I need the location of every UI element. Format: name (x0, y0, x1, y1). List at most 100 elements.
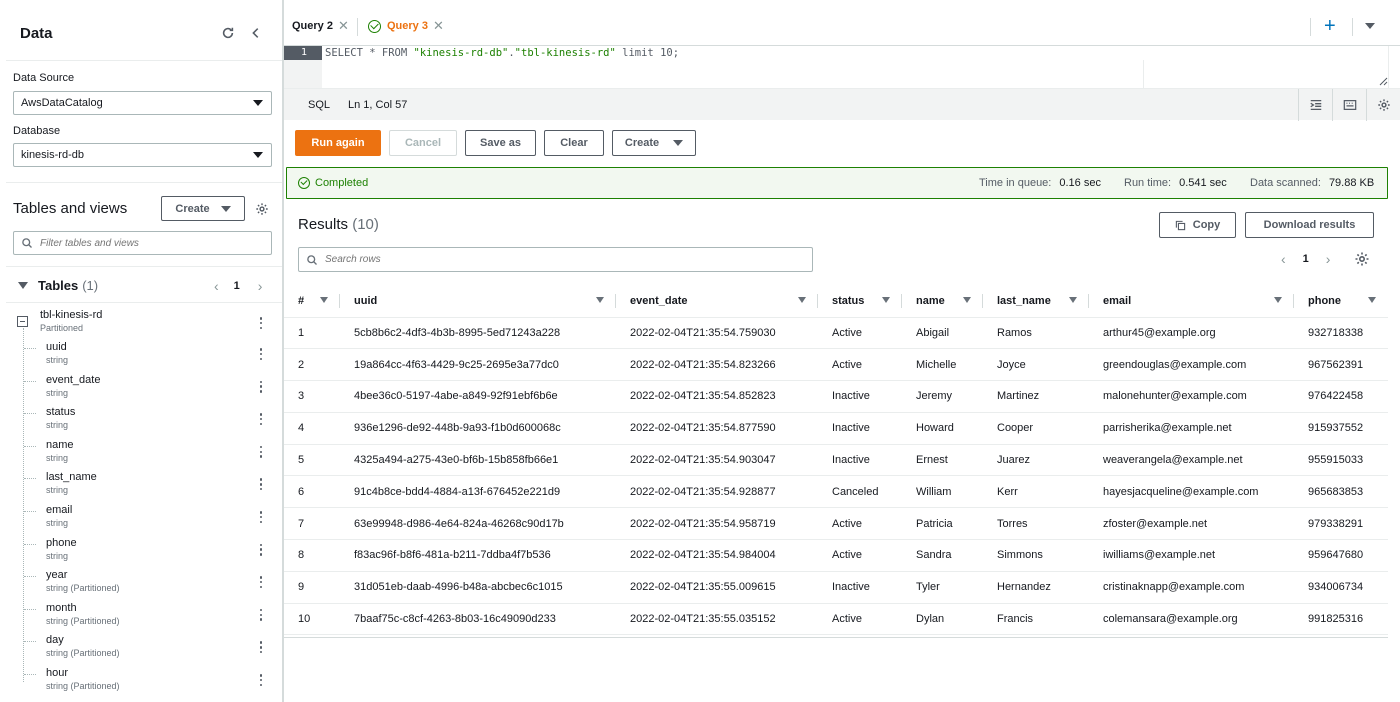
search-rows[interactable] (298, 247, 813, 272)
data-source-select[interactable]: AwsDataCatalog (13, 91, 272, 115)
tables-section-header[interactable]: Tables (1) (18, 278, 98, 293)
create-label: Create (624, 137, 660, 149)
collapse-panel-icon[interactable] (246, 23, 266, 43)
column-item[interactable]: day string (Partitioned) (46, 634, 120, 658)
filter-tables-search[interactable] (13, 231, 272, 255)
column-header-phone[interactable]: phone (1294, 285, 1388, 318)
format-query-icon[interactable] (1298, 89, 1332, 121)
table-cell: Torres (983, 507, 1089, 541)
sql-editor[interactable]: 1 SELECT * FROM "kinesis-rd-db"."tbl-kin… (284, 46, 1389, 88)
chevron-left-icon[interactable]: ‹ (1281, 251, 1286, 267)
sort-caret-icon[interactable] (1069, 297, 1077, 303)
results-title: Results (10) (298, 216, 379, 233)
download-results-button[interactable]: Download results (1245, 212, 1374, 238)
gear-icon[interactable] (1366, 89, 1400, 121)
search-icon (22, 238, 32, 248)
cancel-button[interactable]: Cancel (389, 130, 457, 156)
column-item[interactable]: uuid string (46, 341, 68, 365)
table-row: 5 4325a494-a275-43e0-bf6b-15b858fb66e1 202… (284, 444, 1388, 477)
column-item[interactable]: name string (46, 439, 74, 463)
column-header-last-name[interactable]: last_name (983, 285, 1089, 318)
table-cell: Canceled (818, 475, 902, 509)
column-item[interactable]: phone string (46, 537, 77, 561)
add-tab-icon[interactable]: + (1324, 16, 1336, 36)
column-header-name[interactable]: name (902, 285, 983, 318)
column-item[interactable]: status string (46, 406, 75, 430)
sort-caret-icon[interactable] (882, 297, 890, 303)
create-table-button[interactable]: Create (161, 196, 245, 221)
resize-handle-icon[interactable] (1378, 76, 1388, 86)
column-header-uuid[interactable]: uuid (340, 285, 616, 318)
query-text[interactable]: SELECT * FROM "kinesis-rd-db"."tbl-kines… (325, 46, 679, 60)
chevron-right-icon[interactable]: › (258, 278, 263, 294)
close-icon[interactable]: ✕ (433, 18, 444, 34)
column-item[interactable]: email string (46, 504, 72, 528)
search-rows-input[interactable] (325, 254, 781, 265)
database-select[interactable]: kinesis-rd-db (13, 143, 272, 167)
sort-caret-icon[interactable] (1274, 297, 1282, 303)
column-actions-icon[interactable] (257, 412, 265, 426)
column-actions-icon[interactable] (257, 477, 265, 491)
column-item[interactable]: year string (Partitioned) (46, 569, 120, 593)
gear-icon[interactable] (252, 199, 272, 219)
chevron-right-icon[interactable]: › (1326, 251, 1331, 267)
clear-button[interactable]: Clear (544, 130, 604, 156)
results-count: (10) (352, 216, 379, 233)
tabs-menu-caret-icon[interactable] (1365, 23, 1375, 29)
tab-query-3[interactable]: Query 3 ✕ (368, 6, 444, 46)
filter-tables-input[interactable] (40, 237, 265, 249)
column-header-email[interactable]: email (1089, 285, 1294, 318)
sort-caret-icon[interactable] (596, 297, 604, 303)
table-cell: Sandra (902, 539, 983, 572)
sort-caret-icon[interactable] (963, 297, 971, 303)
column-name: phone (46, 536, 77, 549)
refresh-icon[interactable] (218, 23, 238, 43)
tab-query-2[interactable]: Query 2 ✕ (292, 6, 349, 46)
column-header-event-date[interactable]: event_date (616, 285, 818, 318)
column-item[interactable]: last_name string (46, 471, 97, 495)
table-actions-icon[interactable] (257, 316, 265, 330)
sort-caret-icon[interactable] (1368, 297, 1376, 303)
table-cell: Dylan (902, 603, 983, 636)
tree-branch (24, 641, 36, 643)
page-number[interactable]: 1 (234, 280, 240, 292)
close-icon[interactable]: ✕ (338, 18, 349, 34)
create-button[interactable]: Create (612, 130, 696, 156)
column-actions-icon[interactable] (257, 510, 265, 524)
column-header-index[interactable]: # (284, 285, 340, 318)
gear-icon[interactable] (1354, 251, 1370, 267)
column-actions-icon[interactable] (257, 543, 265, 557)
column-header-status[interactable]: status (818, 285, 902, 318)
column-item[interactable]: month string (Partitioned) (46, 602, 120, 626)
page-number[interactable]: 1 (1303, 253, 1309, 265)
column-name: year (46, 569, 68, 582)
tree-branch (24, 674, 36, 675)
run-again-button[interactable]: Run again (295, 130, 381, 156)
data-scanned-value: 79.88 KB (1328, 177, 1375, 189)
sort-caret-icon[interactable] (320, 297, 328, 303)
column-type: string (Partitioned) (46, 648, 120, 659)
column-actions-icon[interactable] (257, 673, 265, 687)
column-actions-icon[interactable] (257, 640, 265, 654)
column-actions-icon[interactable] (257, 608, 265, 622)
column-item[interactable]: hour string (Partitioned) (46, 667, 120, 691)
column-actions-icon[interactable] (257, 380, 265, 394)
column-item[interactable]: event_date string (46, 374, 100, 398)
results-pagination: ‹ 1 › (1281, 251, 1330, 267)
column-actions-icon[interactable] (257, 445, 265, 459)
copy-button[interactable]: Copy (1159, 212, 1236, 238)
table-cell: 959647680 (1294, 539, 1388, 572)
table-cell: 936e1296-de92-448b-9a93-f1b0d600068c (340, 412, 616, 445)
table-cell: 2022-02-04T21:35:54.823266 (616, 348, 818, 382)
table-header-row: # uuid event_date status name last_name email p… (284, 285, 1388, 318)
sort-caret-icon[interactable] (798, 297, 806, 303)
chevron-left-icon[interactable]: ‹ (214, 278, 219, 294)
save-as-button[interactable]: Save as (465, 130, 536, 156)
copy-icon (1175, 220, 1185, 230)
table-node[interactable]: tbl-kinesis-rd Partitioned (40, 309, 102, 333)
collapse-tree-icon[interactable] (17, 316, 28, 327)
column-actions-icon[interactable] (257, 347, 265, 361)
keyboard-icon[interactable] (1332, 89, 1366, 121)
column-actions-icon[interactable] (257, 575, 265, 589)
athena-query-editor: Data Data Source AwsDataCatalog Database… (0, 0, 1400, 702)
